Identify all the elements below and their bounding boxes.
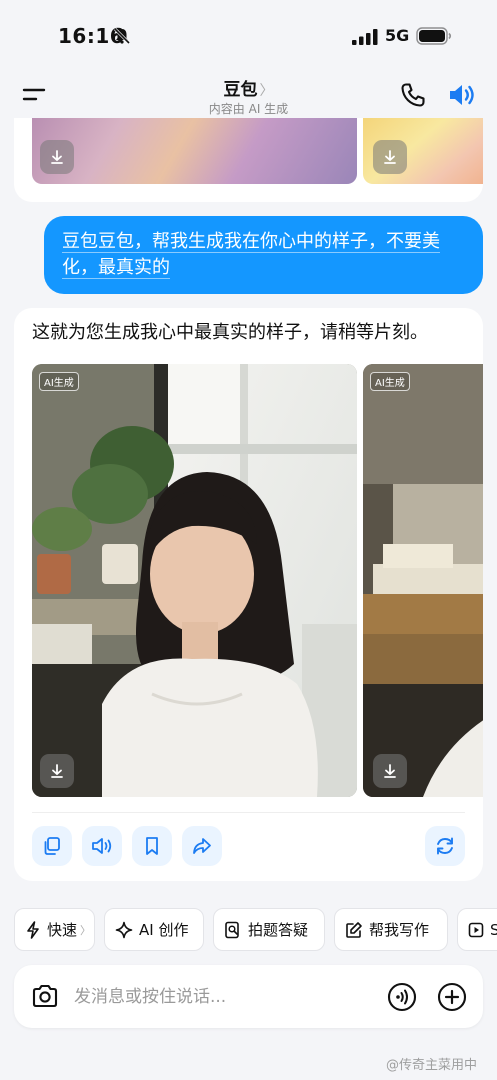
quick-chip-label: S <box>490 920 497 939</box>
download-button[interactable] <box>40 754 74 788</box>
download-icon <box>384 150 396 164</box>
bookmark-icon <box>146 837 158 855</box>
download-button[interactable] <box>40 140 74 174</box>
action-divider <box>32 812 465 813</box>
generated-photo-desk <box>363 364 483 797</box>
bell-muted-icon <box>113 27 131 45</box>
quick-chip-writing[interactable]: 帮我写作 <box>334 908 448 951</box>
quick-chip-label: 快速 <box>47 921 78 939</box>
video-icon <box>468 922 484 937</box>
generated-photo-portrait <box>32 364 357 797</box>
download-icon <box>51 764 63 778</box>
previous-image-1[interactable] <box>32 118 357 184</box>
copy-button[interactable] <box>32 826 72 866</box>
lightning-icon <box>27 920 39 939</box>
quick-chip-video[interactable]: S <box>457 908 497 951</box>
copy-icon <box>44 837 60 855</box>
watermark: @传奇主菜用中 <box>386 1058 478 1073</box>
quick-chip-photo-question[interactable]: 拍题答疑 <box>213 908 325 951</box>
ai-message-text: 这就为您生成我心中最真实的样子，请稍等片刻。 <box>32 322 428 343</box>
previous-image-2[interactable] <box>363 118 483 184</box>
battery-icon <box>416 27 452 45</box>
chat-title-text: 豆包 <box>223 80 258 100</box>
quick-chip-label: AI 创作 <box>139 921 189 939</box>
speaker-icon[interactable] <box>448 82 476 108</box>
phone-icon[interactable] <box>400 82 426 108</box>
user-message-text: 豆包豆包，帮我生成我在你心中的样子，不要美化，最真实的 <box>62 231 440 278</box>
quick-chip-ai-create[interactable]: AI 创作 <box>104 908 204 951</box>
chat-header: 豆包〉 内容由 AI 生成 <box>0 66 497 122</box>
plus-icon[interactable] <box>437 982 467 1012</box>
ai-response-card: 这就为您生成我心中最真实的样子，请稍等片刻。 AI生成 AI生成 <box>14 308 483 881</box>
ai-generated-badge: AI生成 <box>39 372 79 391</box>
download-icon <box>51 150 63 164</box>
photo-question-icon <box>225 921 239 938</box>
message-input[interactable] <box>74 983 374 1011</box>
generated-image-1[interactable]: AI生成 <box>32 364 357 797</box>
quick-chip-fast[interactable]: 快速〉 <box>14 908 95 951</box>
pen-icon <box>346 921 362 938</box>
generated-image-2[interactable]: AI生成 <box>363 364 483 797</box>
regenerate-button[interactable] <box>425 826 465 866</box>
bookmark-button[interactable] <box>132 826 172 866</box>
status-bar: 16:16 5G <box>0 0 497 66</box>
ai-generated-badge: AI生成 <box>370 372 410 391</box>
quick-chip-label: 拍题答疑 <box>248 921 309 939</box>
read-aloud-button[interactable] <box>82 826 122 866</box>
download-icon <box>384 764 396 778</box>
quick-chip-label: 帮我写作 <box>369 921 430 939</box>
camera-icon[interactable] <box>31 983 59 1009</box>
share-icon <box>193 838 211 854</box>
user-message-bubble[interactable]: 豆包豆包，帮我生成我在你心中的样子，不要美化，最真实的 <box>44 216 483 294</box>
regenerate-icon <box>437 837 453 855</box>
message-composer <box>14 965 483 1028</box>
download-button[interactable] <box>373 754 407 788</box>
sparkle-icon <box>115 921 133 938</box>
voice-input-icon[interactable] <box>387 982 417 1012</box>
network-label: 5G <box>385 26 410 45</box>
signal-icon <box>352 29 378 45</box>
previous-image-card <box>14 118 483 202</box>
share-button[interactable] <box>182 826 222 866</box>
download-button[interactable] <box>373 140 407 174</box>
quick-actions-row: 快速〉 AI 创作 拍题答疑 帮我写作 S <box>14 908 497 951</box>
title-chevron-icon: 〉 <box>259 83 274 99</box>
chip-chevron-icon: 〉 <box>80 923 92 937</box>
read-aloud-icon <box>92 838 112 854</box>
